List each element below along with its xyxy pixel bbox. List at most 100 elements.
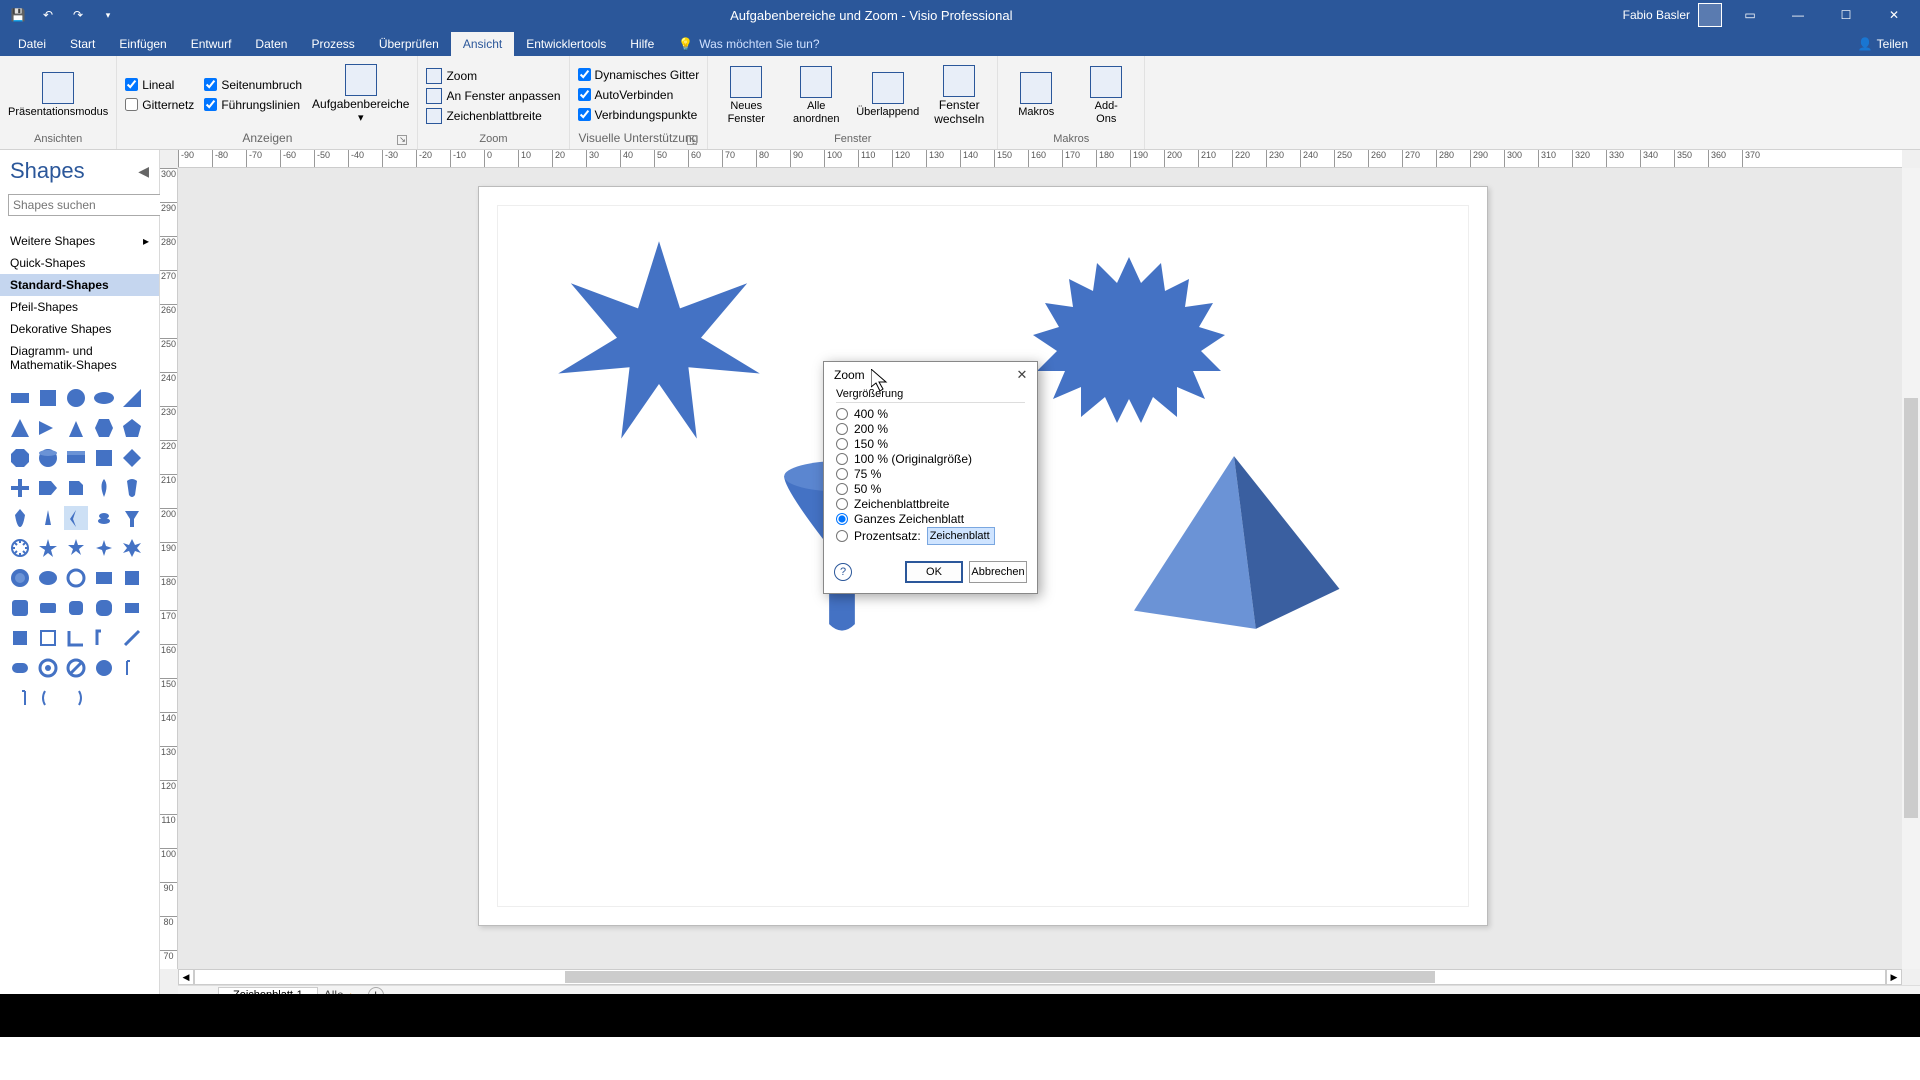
page-width-button[interactable]: Zeichenblattbreite (426, 108, 560, 124)
tab-daten[interactable]: Daten (243, 32, 299, 56)
shape-gallery-item[interactable] (8, 506, 32, 530)
collapse-panel-icon[interactable]: ◀ (138, 163, 149, 180)
stencil-weitere[interactable]: Weitere Shapes▸ (0, 230, 159, 252)
chk-dyn-gitter[interactable]: Dynamisches Gitter (578, 68, 700, 82)
vertical-scrollbar[interactable] (1902, 168, 1920, 969)
shape-gallery-item[interactable] (36, 686, 60, 710)
qat-customize-icon[interactable]: ▾ (96, 3, 120, 27)
shape-gallery-item[interactable] (8, 446, 32, 470)
tab-ansicht[interactable]: Ansicht (451, 32, 514, 56)
window-minimize-icon[interactable]: — (1778, 3, 1818, 27)
zoom-opt-400[interactable]: 400 % (836, 407, 1025, 421)
shape-gallery-item[interactable] (64, 626, 88, 650)
shape-gallery-item[interactable] (64, 596, 88, 620)
neues-fenster-button[interactable]: Neues Fenster (716, 66, 776, 126)
chk-verbindungspunkte[interactable]: Verbindungspunkte (578, 108, 700, 122)
shape-gallery-item[interactable] (8, 626, 32, 650)
chk-autoverbinden[interactable]: AutoVerbinden (578, 88, 700, 102)
stencil-standard[interactable]: Standard-Shapes (0, 274, 159, 296)
tab-ueberpruefen[interactable]: Überprüfen (367, 32, 451, 56)
shape-gallery-item[interactable] (8, 386, 32, 410)
shape-gallery-item[interactable] (8, 416, 32, 440)
qat-undo-icon[interactable]: ↶ (36, 3, 60, 27)
shape-gallery-item[interactable] (36, 626, 60, 650)
vscroll-thumb[interactable] (1904, 398, 1918, 818)
shape-gallery-item[interactable] (36, 506, 60, 530)
makros-button[interactable]: Makros (1006, 72, 1066, 119)
shape-gallery-item[interactable] (8, 476, 32, 500)
shape-gallery-item[interactable] (92, 416, 116, 440)
shape-gallery-item[interactable] (120, 386, 144, 410)
shapes-search-input[interactable] (8, 194, 173, 216)
shape-gallery-item[interactable] (36, 446, 60, 470)
shape-gallery-item[interactable] (36, 476, 60, 500)
hscroll-left-icon[interactable]: ◀ (178, 969, 194, 985)
tab-prozess[interactable]: Prozess (299, 32, 366, 56)
shape-gallery-item[interactable] (36, 656, 60, 680)
user-avatar-icon[interactable] (1698, 3, 1722, 27)
zoom-cancel-button[interactable]: Abbrechen (969, 561, 1027, 583)
hscroll-right-icon[interactable]: ▶ (1886, 969, 1902, 985)
shape-gallery-item[interactable] (92, 386, 116, 410)
aufgabenbereiche-button[interactable]: Aufgabenbereiche▾ (312, 64, 409, 125)
share-button[interactable]: 👤 Teilen (1846, 32, 1920, 56)
user-name[interactable]: Fabio Basler (1623, 8, 1690, 22)
shape-gallery-item[interactable] (92, 446, 116, 470)
tab-entwurf[interactable]: Entwurf (179, 32, 244, 56)
shape-gallery-item[interactable] (64, 476, 88, 500)
chk-seitenumbruch[interactable]: Seitenumbruch (204, 78, 302, 92)
shape-gallery-item[interactable] (64, 446, 88, 470)
ribbon-display-options-icon[interactable]: ▭ (1730, 3, 1770, 27)
shape-gallery-item[interactable] (8, 596, 32, 620)
shape-gallery-item[interactable] (64, 656, 88, 680)
zoom-opt-75[interactable]: 75 % (836, 467, 1025, 481)
shape-gallery-item[interactable] (92, 626, 116, 650)
shape-gallery-item[interactable] (120, 446, 144, 470)
zoom-opt-wholepage[interactable]: Ganzes Zeichenblatt (836, 512, 1025, 526)
window-maximize-icon[interactable]: ☐ (1826, 3, 1866, 27)
shape-gallery-item[interactable] (8, 536, 32, 560)
shape-gallery-item[interactable] (64, 536, 88, 560)
shape-gallery-item[interactable] (120, 476, 144, 500)
shape-gallery-item[interactable] (8, 656, 32, 680)
fit-window-button[interactable]: An Fenster anpassen (426, 88, 560, 104)
shape-starburst[interactable] (1029, 247, 1229, 447)
tell-me-search[interactable]: 💡 Was möchten Sie tun? (666, 32, 831, 56)
zoom-button[interactable]: Zoom (426, 68, 560, 84)
shape-gallery-item[interactable] (92, 656, 116, 680)
shape-gallery-item[interactable] (8, 686, 32, 710)
shape-gallery-item[interactable] (36, 566, 60, 590)
zoom-opt-150[interactable]: 150 % (836, 437, 1025, 451)
ueberlappend-button[interactable]: Überlappend (856, 72, 919, 119)
zoom-percent-input[interactable] (927, 527, 995, 545)
stencil-diagramm[interactable]: Diagramm- und Mathematik-Shapes (0, 340, 159, 376)
shape-gallery-item[interactable] (64, 686, 88, 710)
horizontal-scrollbar[interactable]: ◀ ▶ (178, 969, 1902, 985)
shape-gallery-item[interactable] (92, 536, 116, 560)
shape-gallery-item[interactable] (92, 566, 116, 590)
ruler-vertical[interactable]: 3002902802702602502402302202102001901801… (160, 168, 178, 969)
shape-gallery-item[interactable] (120, 596, 144, 620)
tab-datei[interactable]: Datei (6, 32, 58, 56)
shape-gallery-item[interactable] (8, 566, 32, 590)
visuelle-launcher[interactable]: ↘ (687, 135, 697, 145)
chk-fuehrungslinien[interactable]: Führungslinien (204, 98, 302, 112)
anzeigen-launcher[interactable]: ↘ (397, 135, 407, 145)
zoom-opt-100[interactable]: 100 % (Originalgröße) (836, 452, 1025, 466)
shape-gallery-item[interactable] (120, 416, 144, 440)
shape-gallery-item[interactable] (64, 386, 88, 410)
presentation-mode-button[interactable]: Präsentationsmodus (8, 72, 108, 119)
tab-einfuegen[interactable]: Einfügen (107, 32, 178, 56)
tab-entwicklertools[interactable]: Entwicklertools (514, 32, 618, 56)
shape-gallery-item[interactable] (64, 416, 88, 440)
shape-gallery-item[interactable] (120, 626, 144, 650)
shape-gallery-item[interactable] (36, 416, 60, 440)
shape-gallery-item[interactable] (120, 566, 144, 590)
stencil-quick[interactable]: Quick-Shapes (0, 252, 159, 274)
shape-gallery-item[interactable] (120, 506, 144, 530)
shape-gallery-item[interactable] (36, 536, 60, 560)
shape-gallery-item[interactable] (92, 476, 116, 500)
shape-gallery-item[interactable] (92, 596, 116, 620)
shape-gallery-item[interactable] (120, 656, 144, 680)
tab-hilfe[interactable]: Hilfe (618, 32, 666, 56)
